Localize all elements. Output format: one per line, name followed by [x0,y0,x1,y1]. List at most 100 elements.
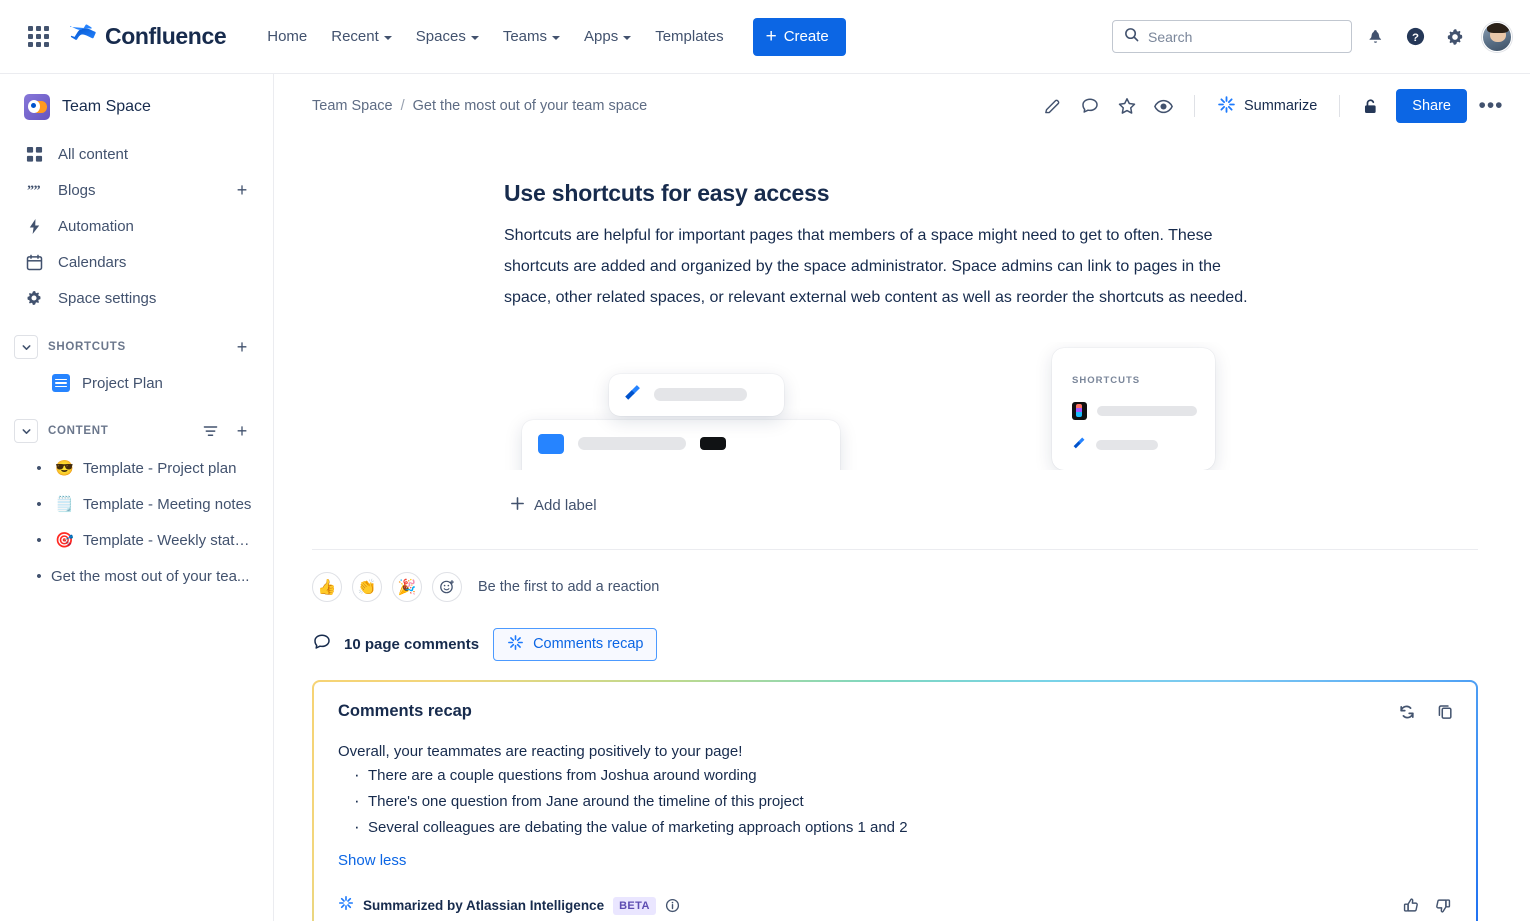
chevron-down-icon[interactable] [14,419,38,443]
search-input[interactable] [1148,29,1340,45]
jira-icon [1072,436,1086,455]
atlassian-intelligence-icon [1217,95,1236,118]
sidebar-section-shortcuts[interactable]: SHORTCUTS + [10,330,263,364]
filter-icon[interactable] [199,420,221,442]
info-icon[interactable] [665,898,680,913]
beta-badge: BETA [613,897,656,915]
recap-title: Comments recap [338,702,1452,721]
document-container: Use shortcuts for easy access Shortcuts … [504,180,1254,519]
sidebar-shortcut-project-plan[interactable]: Project Plan [10,366,263,400]
sidebar-calendars-label: Calendars [58,254,253,271]
recap-show-less-link[interactable]: Show less [338,852,406,869]
lock-icon[interactable] [1353,89,1387,123]
comments-recap-panel: Comments recap [312,680,1478,921]
sidebar-item-blogs[interactable]: ” ” Blogs + [10,172,263,208]
edit-pencil-icon[interactable] [1036,89,1070,123]
toolbar-divider [1194,95,1195,117]
reaction-hint-label: Be the first to add a reaction [478,579,659,595]
global-navigation-bar: Confluence Home Recent Spaces Teams Apps [0,0,1530,74]
chevron-down-icon [384,36,392,40]
watch-eye-icon[interactable] [1147,89,1181,123]
sidebar-item-calendars[interactable]: Calendars [10,244,263,280]
nav-recent-label: Recent [331,28,379,45]
create-button-label: Create [784,28,829,45]
page-comments-count[interactable]: 10 page comments [312,632,479,656]
add-blog-button[interactable]: + [231,179,253,201]
notifications-button[interactable] [1358,20,1392,54]
comments-recap-toggle[interactable]: Comments recap [493,628,657,661]
sidebar-section-content[interactable]: CONTENT + [10,414,263,448]
chevron-down-icon [552,36,560,40]
page-emoji-icon: 😎 [55,459,74,477]
confluence-home-logo[interactable]: Confluence [70,21,226,52]
sidebar-content-template-project-plan[interactable]: • 😎 Template - Project plan [10,450,263,486]
sidebar-item-all-content[interactable]: All content [10,136,263,172]
chevron-down-icon[interactable] [14,335,38,359]
space-sidebar: Team Space All content ” ” Blogs [0,74,274,921]
thumbs-up-icon[interactable] [1402,896,1421,915]
share-button[interactable]: Share [1396,89,1467,123]
add-emoji-icon[interactable] [432,572,462,602]
help-button[interactable]: ? [1398,20,1432,54]
nav-apps[interactable]: Apps [573,20,642,53]
quote-icon: ” ” [24,180,44,200]
confluence-logo-icon [70,21,96,52]
nav-templates[interactable]: Templates [644,20,734,53]
reaction-clap[interactable]: 👏 [352,572,382,602]
nav-home-label: Home [267,28,307,45]
illustration-shortcuts-title: SHORTCUTS [1072,375,1197,386]
create-button[interactable]: + Create [753,18,846,56]
sidebar-all-content-label: All content [58,146,253,163]
comments-bar: 10 page comments Comments recap [274,602,1530,661]
recap-footer-label: Summarized by Atlassian Intelligence [363,898,604,913]
jira-icon [623,383,642,407]
svg-text:?: ? [1412,32,1419,44]
copy-icon[interactable] [1432,699,1458,725]
page-more-actions-button[interactable]: ••• [1474,89,1508,123]
profile-avatar[interactable] [1482,22,1512,52]
breadcrumb: Team Space / Get the most out of your te… [312,98,647,114]
space-header[interactable]: Team Space [10,86,263,128]
reaction-party[interactable]: 🎉 [392,572,422,602]
gear-icon [24,288,44,308]
star-icon[interactable] [1110,89,1144,123]
bullet-icon: • [32,532,46,549]
reaction-thumbs-up[interactable]: 👍 [312,572,342,602]
chevron-down-icon [471,36,479,40]
nav-spaces[interactable]: Spaces [405,20,490,53]
sidebar-item-automation[interactable]: Automation [10,208,263,244]
calendar-icon [24,252,44,272]
global-nav-right-cluster: ? [1112,20,1512,54]
sidebar-content-get-the-most-out[interactable]: • Get the most out of your tea... [10,558,263,594]
search-icon [1124,27,1139,47]
nav-home[interactable]: Home [256,20,318,53]
retry-icon[interactable] [1394,699,1420,725]
illustration-shortcut-row-jira [1072,436,1197,455]
summarize-button[interactable]: Summarize [1208,89,1326,123]
add-label-button[interactable]: Add label [504,492,603,519]
search-box[interactable] [1112,20,1352,53]
comment-icon[interactable] [1073,89,1107,123]
breadcrumb-space[interactable]: Team Space [312,98,393,114]
bolt-icon [24,216,44,236]
toolbar-divider-2 [1339,95,1340,117]
sidebar-content-template-meeting-notes[interactable]: • 🗒️ Template - Meeting notes [10,486,263,522]
app-switcher-icon[interactable] [22,21,54,53]
add-content-button[interactable]: + [231,420,253,442]
summarize-label: Summarize [1244,98,1317,114]
recap-footer: Summarized by Atlassian Intelligence BET… [338,895,1452,916]
breadcrumb-page-title[interactable]: Get the most out of your team space [413,98,648,114]
page-comments-count-label: 10 page comments [344,636,479,653]
space-name-label: Team Space [62,98,151,116]
shortcut-label: Project Plan [82,375,163,392]
comment-icon [312,632,332,656]
add-shortcut-button[interactable]: + [231,336,253,358]
sidebar-item-space-settings[interactable]: Space settings [10,280,263,316]
figma-icon [1072,402,1087,420]
settings-button[interactable] [1438,20,1472,54]
nav-recent[interactable]: Recent [320,20,403,53]
thumbs-down-icon[interactable] [1433,896,1452,915]
global-nav-links: Home Recent Spaces Teams Apps Templates [256,20,734,53]
nav-teams[interactable]: Teams [492,20,571,53]
sidebar-content-template-weekly-status[interactable]: • 🎯 Template - Weekly status.. [10,522,263,558]
